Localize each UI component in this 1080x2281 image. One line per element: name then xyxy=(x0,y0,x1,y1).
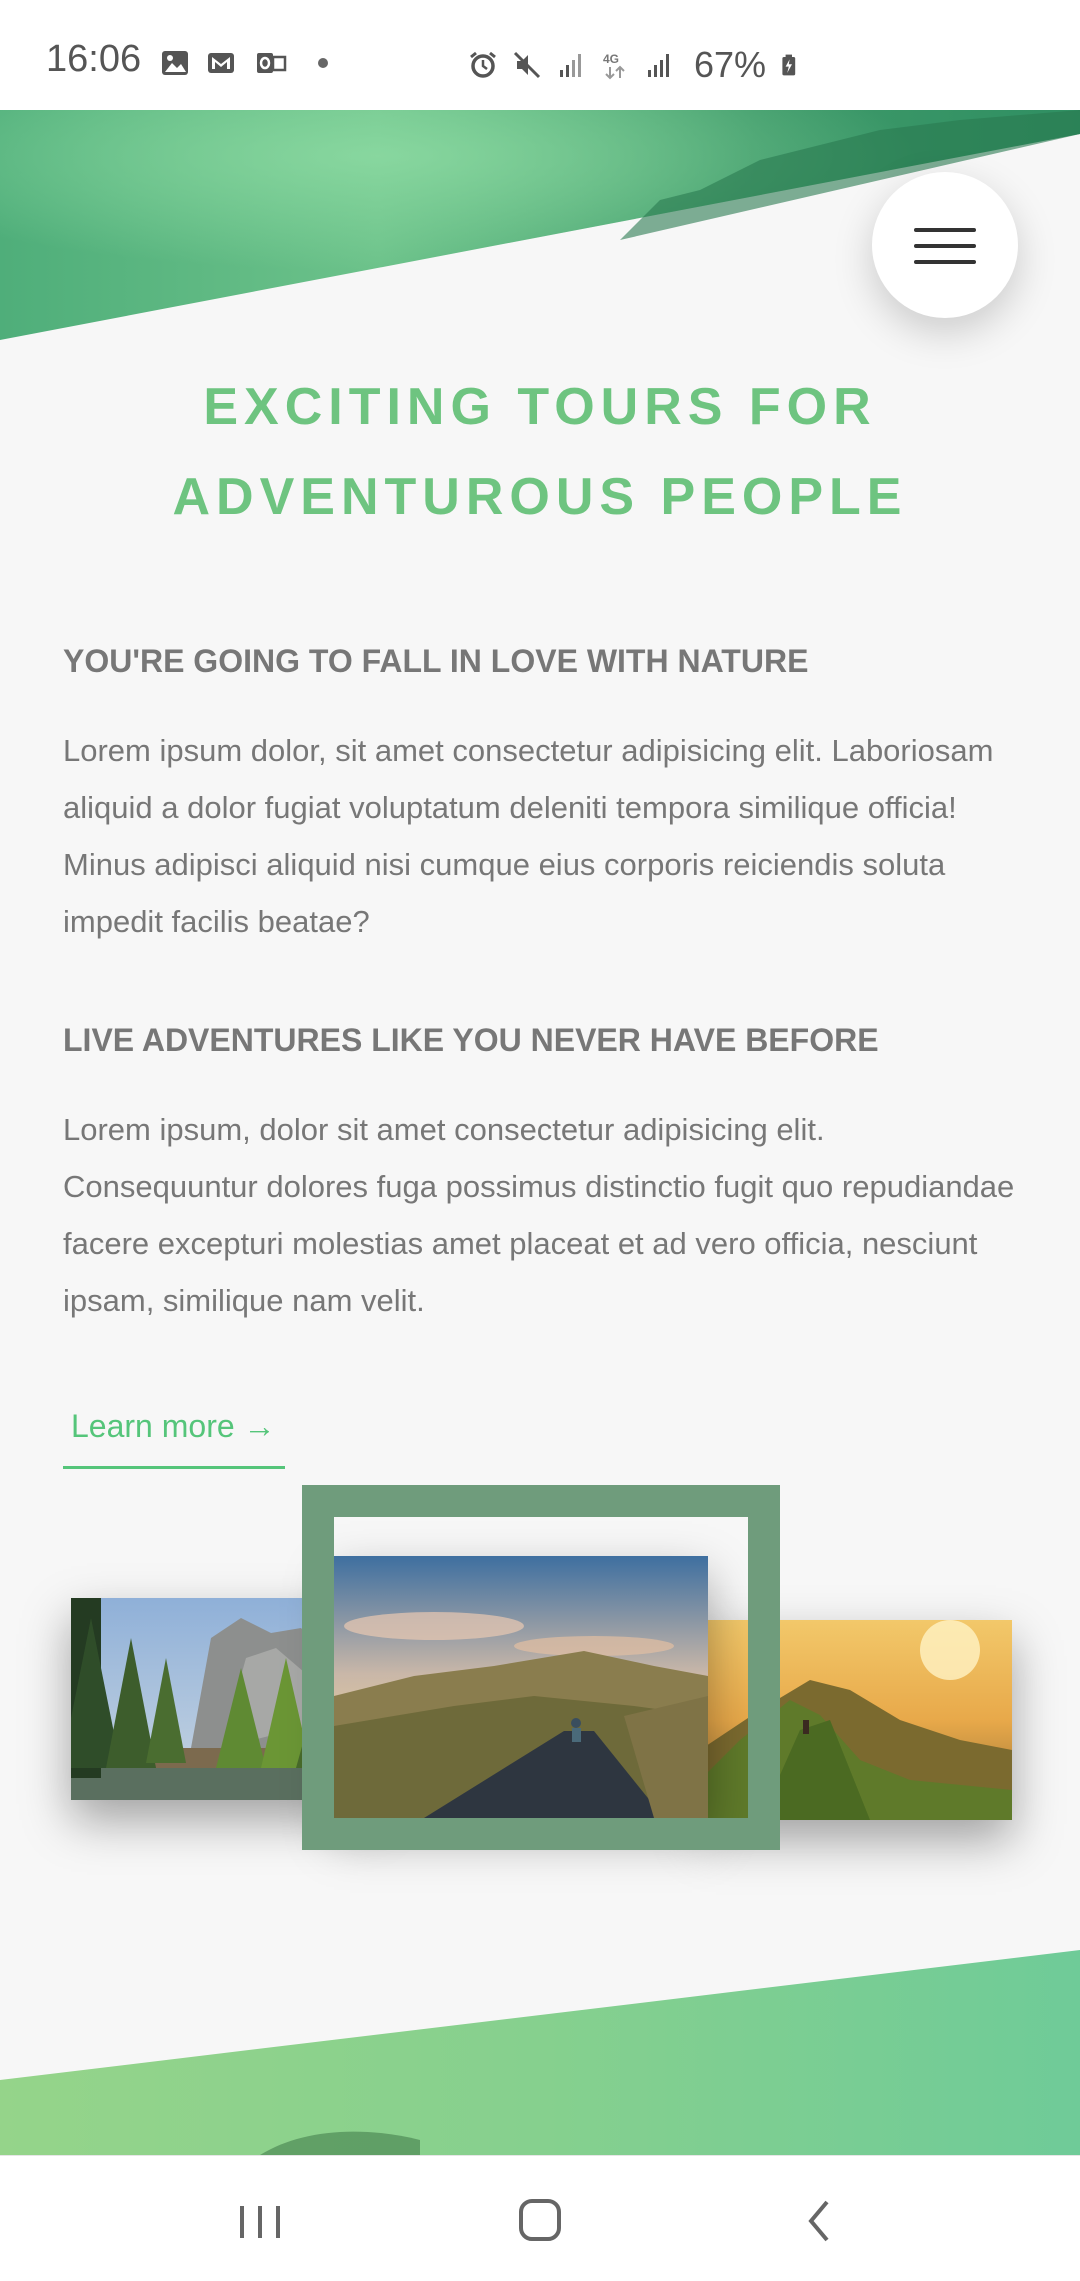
footer-hero-image xyxy=(0,1940,1080,2155)
learn-more-label: Learn more → xyxy=(71,1408,276,1444)
section-paragraph-nature: Lorem ipsum dolor, sit amet consectetur … xyxy=(63,733,994,939)
battery-icon xyxy=(782,54,796,76)
signal-icon xyxy=(560,54,581,77)
gmail-icon xyxy=(208,53,234,73)
svg-text:4G: 4G xyxy=(603,52,619,66)
status-time: 16:06 xyxy=(46,38,142,80)
hamburger-menu-icon xyxy=(914,228,976,232)
alarm-icon xyxy=(470,51,496,78)
hamburger-menu-icon-bar xyxy=(914,260,976,264)
home-icon[interactable] xyxy=(505,2186,575,2256)
section-heading-adventures: LIVE ADVENTURES LIKE YOU NEVER HAVE BEFO… xyxy=(63,1022,879,1058)
section-heading-nature: YOU'RE GOING TO FALL IN LOVE WITH NATURE xyxy=(63,643,809,679)
system-navigation-bar xyxy=(0,2155,1080,2281)
featured-photo-frame xyxy=(302,1485,780,1850)
page-title-line-2: ADVENTUROUS PEOPLE xyxy=(172,468,908,526)
hamburger-menu-button[interactable] xyxy=(872,172,1018,318)
more-notifications-dot-icon xyxy=(318,58,328,68)
recent-apps-icon[interactable] xyxy=(225,2186,295,2256)
battery-percentage: 67% xyxy=(694,44,767,85)
4g-icon: 4G xyxy=(603,52,625,80)
hamburger-menu-icon-bar xyxy=(914,244,976,248)
system-icons: 4G 67% xyxy=(468,44,804,86)
learn-more-link[interactable]: Learn more → xyxy=(63,1400,285,1469)
section-paragraph-adventures: Lorem ipsum, dolor sit amet consectetur … xyxy=(63,1112,1015,1318)
page-title: EXCITING TOURS FOR ADVENTUROUS PEOPLE xyxy=(0,362,1080,542)
outlook-icon xyxy=(257,53,287,73)
status-bar: 16:06 4G 67% xyxy=(0,0,1080,110)
mute-icon xyxy=(513,51,541,79)
gallery-icon xyxy=(162,51,188,75)
notification-icons xyxy=(160,48,328,78)
signal-icon xyxy=(648,54,669,77)
page-title-line-1: EXCITING TOURS FOR xyxy=(203,378,877,436)
back-icon[interactable] xyxy=(785,2186,855,2256)
